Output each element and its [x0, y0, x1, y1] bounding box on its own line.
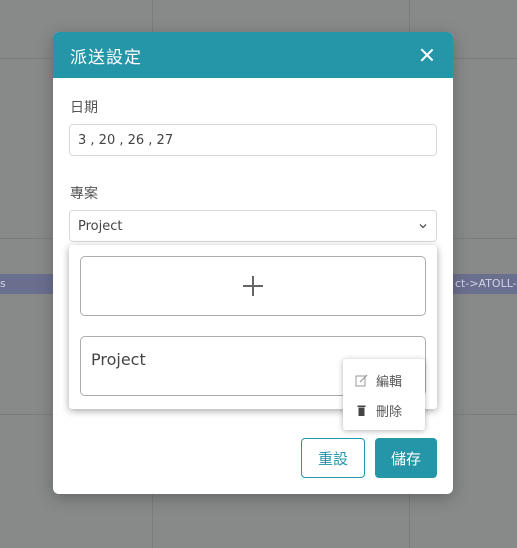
delete-menu-label: 刪除: [376, 404, 403, 420]
calendar-event: s: [0, 274, 54, 294]
trash-icon: [357, 405, 366, 416]
date-label: 日期: [70, 100, 98, 116]
edit-menu-label: 編輯: [376, 374, 403, 390]
dialog-title: 派送設定: [70, 47, 142, 68]
calendar-event: ct->ATOLL-: [453, 274, 517, 294]
project-select-value: Project: [78, 218, 123, 234]
chevron-down-icon: [419, 224, 427, 229]
project-label: 專案: [70, 186, 98, 202]
reset-button[interactable]: 重設: [301, 438, 365, 478]
edit-menu-item[interactable]: 編輯: [343, 365, 425, 395]
dialog-header: 派送設定: [53, 32, 453, 78]
date-input[interactable]: [69, 124, 437, 156]
project-context-menu: 編輯 刪除: [343, 359, 425, 430]
dispatch-settings-dialog: 派送設定 日期 專案 Project Project 編輯: [53, 32, 453, 494]
delete-menu-item[interactable]: 刪除: [343, 395, 425, 425]
plus-icon: [243, 276, 263, 296]
close-icon[interactable]: [417, 45, 437, 65]
save-button[interactable]: 儲存: [375, 438, 437, 478]
edit-icon: [355, 374, 368, 386]
add-project-button[interactable]: [80, 256, 426, 316]
project-select[interactable]: Project: [69, 210, 437, 242]
project-option-label: Project: [91, 350, 146, 369]
